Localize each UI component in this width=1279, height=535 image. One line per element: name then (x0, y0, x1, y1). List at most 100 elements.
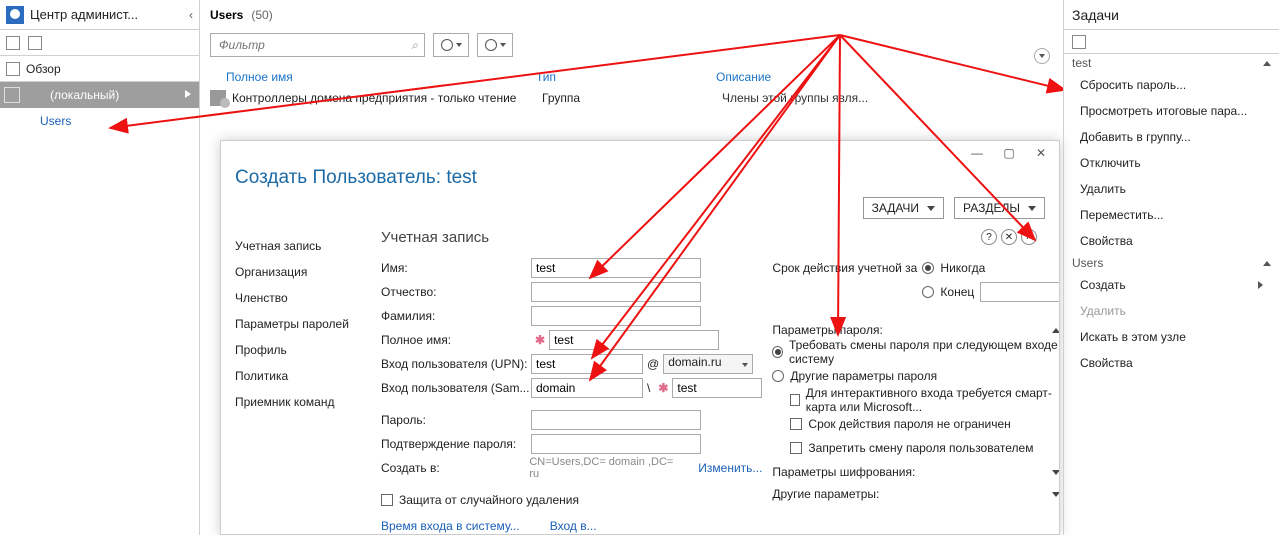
last-name-input[interactable] (531, 306, 701, 326)
task-create-label: Создать (1080, 278, 1126, 292)
expand-list-button[interactable] (1034, 48, 1050, 64)
minimize-button[interactable]: — (963, 141, 991, 165)
chevron-up-icon (1263, 61, 1271, 66)
nav-organization[interactable]: Организация (221, 259, 371, 285)
task-disable[interactable]: Отключить (1064, 150, 1279, 176)
cantchange-checkbox[interactable] (790, 442, 802, 454)
chevron-down-icon[interactable] (1052, 492, 1059, 497)
sections-dropdown[interactable]: РАЗДЕЛЫ (954, 197, 1045, 219)
confirm-password-input[interactable] (531, 434, 701, 454)
refresh-options-button[interactable] (477, 33, 513, 57)
chevron-up-icon (1263, 261, 1271, 266)
password-label: Пароль: (381, 413, 531, 427)
chevron-down-icon[interactable] (1052, 470, 1059, 475)
nav-password-params[interactable]: Параметры паролей (221, 311, 371, 337)
task-container-properties[interactable]: Свойства (1064, 350, 1279, 376)
logon-to-link[interactable]: Вход в... (550, 519, 597, 533)
group-test-label: test (1072, 56, 1091, 70)
password-input[interactable] (531, 410, 701, 430)
overview-icon (6, 62, 20, 76)
tree-collapse-icon[interactable] (6, 36, 20, 50)
row-desc: Члены этой группы явля... (722, 91, 972, 105)
logon-hours-link[interactable]: Время входа в систему... (381, 519, 520, 533)
collapse-nav-button[interactable]: ‹ (189, 8, 193, 22)
expires-never-radio[interactable] (922, 262, 934, 274)
task-properties[interactable]: Свойства (1064, 228, 1279, 254)
task-add-to-group[interactable]: Добавить в группу... (1064, 124, 1279, 150)
middle-name-label: Отчество: (381, 285, 531, 299)
task-create[interactable]: Создать (1064, 272, 1279, 298)
task-resultant-policy[interactable]: Просмотреть итоговые пара... (1064, 98, 1279, 124)
maximize-button[interactable]: ▢ (995, 141, 1023, 165)
nav-local-domain[interactable]: (локальный) (0, 82, 199, 108)
must-change-radio[interactable] (772, 346, 783, 358)
nav-command-receiver[interactable]: Приемник команд (221, 389, 371, 415)
upn-suffix-value: domain.ru (668, 355, 721, 369)
col-type[interactable]: Тип (536, 70, 716, 84)
cantchange-label: Запретить смену пароля пользователем (808, 441, 1033, 455)
filter-input[interactable] (217, 37, 411, 53)
task-search-node[interactable]: Искать в этом узле (1064, 324, 1279, 350)
nav-membership[interactable]: Членство (221, 285, 371, 311)
noexpire-checkbox[interactable] (790, 418, 802, 430)
change-dn-link[interactable]: Изменить... (698, 461, 762, 475)
protect-checkbox[interactable] (381, 494, 393, 506)
other-pwd-radio[interactable] (772, 370, 784, 382)
never-label: Никогда (940, 261, 985, 275)
create-in-label: Создать в: (381, 461, 529, 475)
filter-box[interactable]: ⌕ (210, 33, 425, 57)
nav-account[interactable]: Учетная запись (221, 233, 371, 259)
task-move[interactable]: Переместить... (1064, 202, 1279, 228)
nav-policy[interactable]: Политика (221, 363, 371, 389)
chevron-down-icon[interactable] (1052, 328, 1059, 333)
tasks-group-users[interactable]: Users (1064, 254, 1279, 272)
last-name-label: Фамилия: (381, 309, 531, 323)
task-reset-password[interactable]: Сбросить пароль... (1064, 72, 1279, 98)
close-button[interactable]: ✕ (1027, 141, 1055, 165)
column-headers: Полное имя Тип Описание (226, 70, 1050, 84)
smartcard-label: Для интерактивного входа требуется смарт… (806, 386, 1059, 414)
nav-overview-label: Обзор (26, 62, 61, 76)
main-toolbar: ⌕ (200, 30, 1060, 60)
tree-expand-icon[interactable] (28, 36, 42, 50)
tasks-group-test[interactable]: test (1064, 54, 1279, 72)
end-label: Конец (940, 285, 974, 299)
nav-profile[interactable]: Профиль (221, 337, 371, 363)
search-icon[interactable]: ⌕ (411, 38, 418, 53)
sam-user-input[interactable] (672, 378, 762, 398)
col-desc[interactable]: Описание (716, 70, 896, 84)
full-name-label: Полное имя: (381, 333, 531, 347)
must-change-label: Требовать смены пароля при следующем вхо… (789, 338, 1059, 366)
app-title: Центр админист... (30, 7, 187, 22)
view-options-button[interactable] (433, 33, 469, 57)
smartcard-checkbox[interactable] (790, 394, 799, 406)
full-name-input[interactable] (549, 330, 719, 350)
tasks-toolbar (1064, 30, 1279, 54)
upn-suffix-dropdown[interactable]: domain.ru (663, 354, 753, 374)
other-params-label: Другие параметры: (772, 487, 879, 501)
task-delete[interactable]: Удалить (1064, 176, 1279, 202)
app-icon (6, 6, 24, 24)
sam-label: Вход пользователя (Sam... (381, 381, 531, 395)
dialog-title: Создать Пользователь: test (221, 141, 1059, 195)
first-name-input[interactable] (531, 258, 701, 278)
expires-end-radio[interactable] (922, 286, 934, 298)
sam-domain-input[interactable] (531, 378, 643, 398)
tasks-tool-icon[interactable] (1072, 35, 1086, 49)
main-count: (50) (251, 8, 272, 22)
chevron-down-icon (1028, 206, 1036, 211)
tasks-dropdown[interactable]: ЗАДАЧИ (863, 197, 944, 219)
domain-icon (4, 87, 20, 103)
upn-input[interactable] (531, 354, 643, 374)
group-icon (210, 90, 226, 106)
confirm-password-label: Подтверждение пароля: (381, 437, 531, 451)
table-row[interactable]: Контроллеры домена предприятия - только … (210, 90, 1050, 106)
middle-name-input[interactable] (531, 282, 701, 302)
col-name[interactable]: Полное имя (226, 70, 536, 84)
noexpire-label: Срок действия пароля не ограничен (808, 417, 1010, 431)
expires-date-input[interactable] (980, 282, 1059, 302)
at-sign: @ (643, 357, 663, 371)
nav-users[interactable]: Users (0, 108, 199, 134)
required-icon: ✱ (531, 333, 549, 347)
nav-overview[interactable]: Обзор (0, 56, 199, 82)
